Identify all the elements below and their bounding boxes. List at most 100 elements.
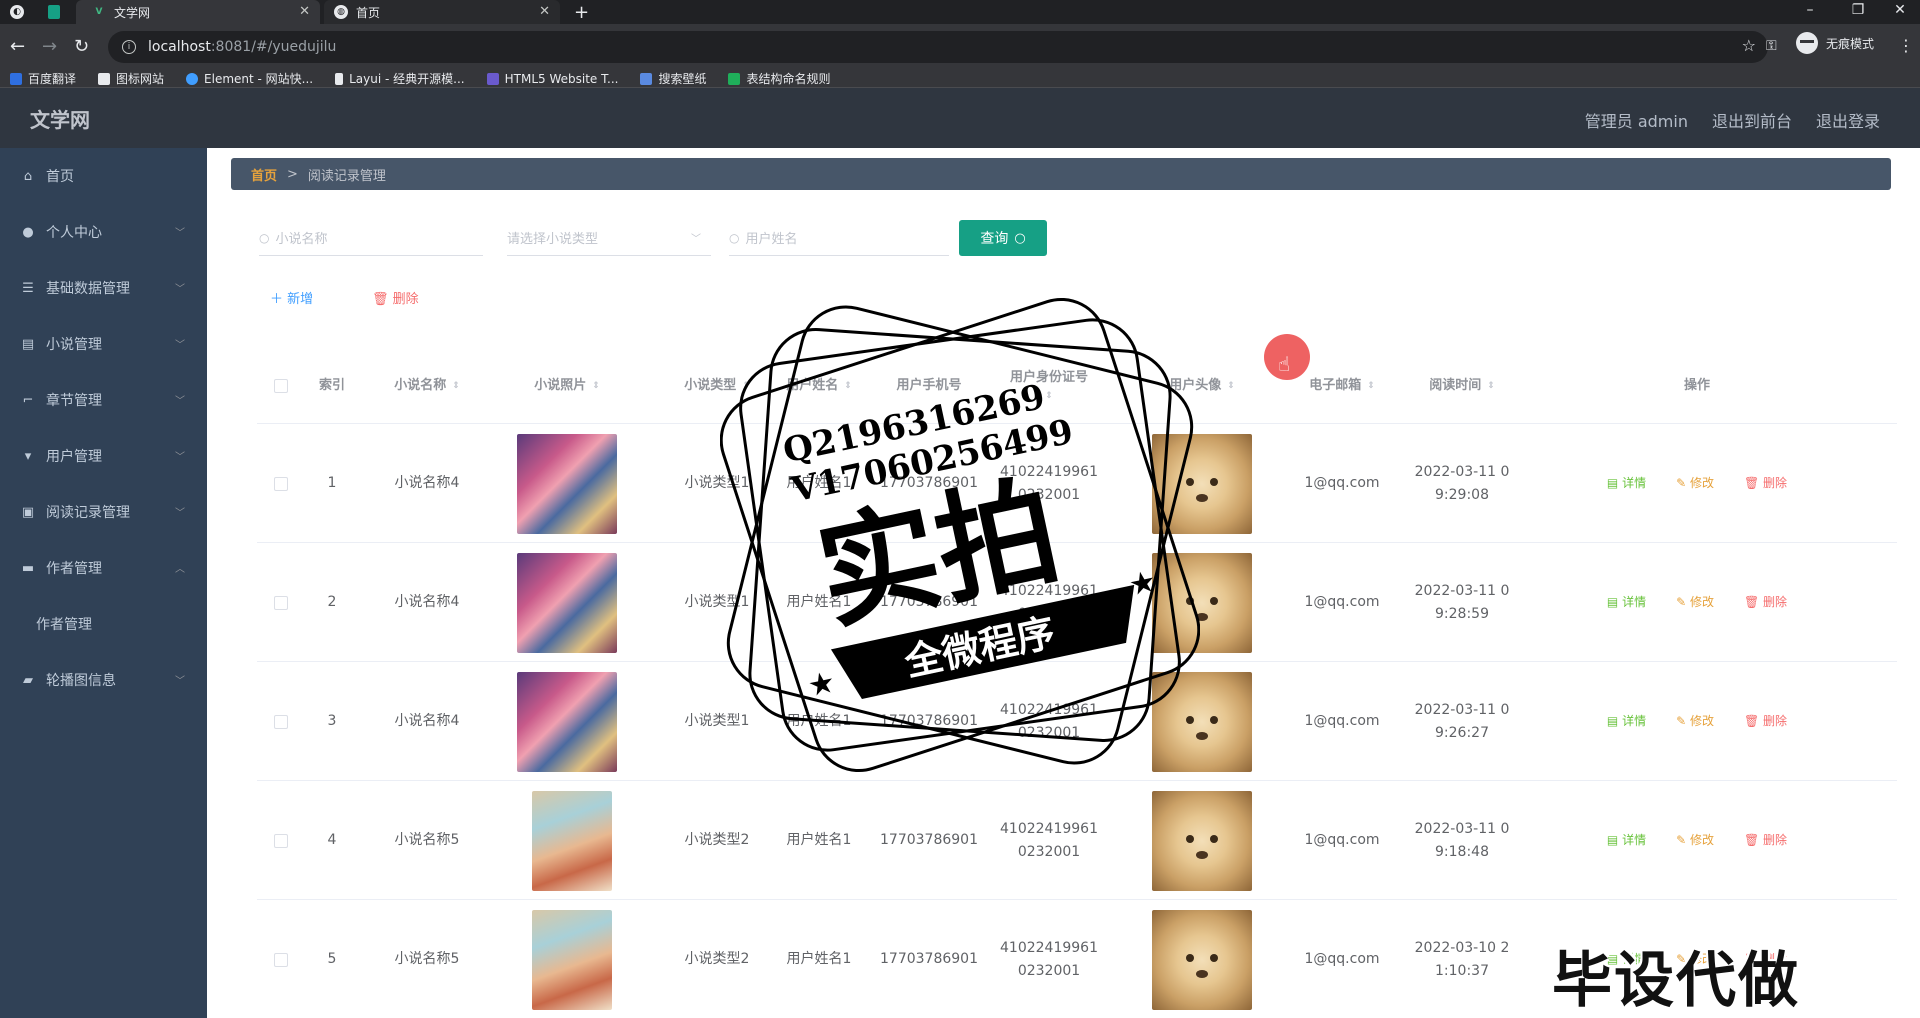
delete-button[interactable]: 🗑 删除: [1744, 712, 1787, 731]
plus-icon: ＋: [270, 292, 284, 307]
cell-novel-photo[interactable]: [497, 781, 637, 900]
tab-home[interactable]: ◍ 首页 ✕: [324, 0, 560, 24]
tab-wenxuewang[interactable]: V 文学网 ✕: [76, 0, 320, 24]
cell-novel-photo[interactable]: [497, 662, 637, 781]
avatar[interactable]: [1152, 433, 1252, 534]
bookmarks-bar: 百度翻译 图标网站 Element - 网站快... Layui - 经典开源模…: [0, 70, 1920, 88]
cell-user-avatar[interactable]: [1132, 900, 1272, 1018]
row-checkbox[interactable]: [271, 900, 291, 1018]
delete-button[interactable]: 🗑 删除: [1744, 474, 1787, 493]
cell-index: 1: [327, 475, 337, 492]
key-icon[interactable]: ⚿: [1766, 38, 1777, 54]
info-icon[interactable]: i: [122, 40, 136, 54]
edit-button[interactable]: ✎ 修改: [1676, 831, 1714, 850]
edit-button[interactable]: ✎ 修改: [1676, 474, 1714, 493]
novel-type-select[interactable]: 请选择小说类型 ﹀: [507, 220, 711, 256]
col-novel-type[interactable]: 小说类型 ⇕: [667, 348, 767, 424]
col-novel-name[interactable]: 小说名称 ⇕: [367, 348, 487, 424]
avatar[interactable]: [1152, 671, 1252, 772]
bookmark-item[interactable]: 表结构命名规则: [728, 70, 830, 87]
edit-button[interactable]: ✎ 修改: [1676, 593, 1714, 612]
cell-user-avatar[interactable]: [1132, 424, 1272, 543]
avatar[interactable]: [1152, 552, 1252, 653]
crop-icon: ⌐: [22, 392, 34, 408]
incognito-badge[interactable]: 无痕模式: [1796, 32, 1874, 54]
col-user-avatar[interactable]: 用户头像 ⇕: [1132, 348, 1272, 424]
close-tab-icon[interactable]: ✕: [539, 4, 550, 19]
logout-link[interactable]: 退出登录: [1816, 108, 1880, 132]
cell-user-avatar[interactable]: [1132, 781, 1272, 900]
detail-button[interactable]: ▤ 详情: [1607, 712, 1646, 731]
close-window-icon[interactable]: ✕: [1880, 2, 1920, 18]
novel-cover-image[interactable]: [517, 552, 617, 653]
sidebar-item-label: 基础数据管理: [46, 281, 130, 297]
avatar[interactable]: [1152, 790, 1252, 891]
query-button[interactable]: 查询 ○: [959, 220, 1047, 256]
cell-user-avatar[interactable]: [1132, 662, 1272, 781]
select-all-checkbox[interactable]: [271, 348, 291, 424]
row-checkbox[interactable]: [271, 424, 291, 543]
row-checkbox[interactable]: [271, 662, 291, 781]
novel-cover-image[interactable]: [517, 671, 617, 772]
novel-name-input[interactable]: ○ 小说名称: [259, 220, 483, 256]
detail-button[interactable]: ▤ 详情: [1607, 593, 1646, 612]
bookmark-star-icon[interactable]: ☆: [1742, 36, 1756, 55]
sidebar-item-authors[interactable]: ▬ 作者管理 ︿: [0, 540, 207, 596]
cell-user-id-card: 41022419961 0232001: [1000, 821, 1098, 860]
novel-cover-image[interactable]: [517, 433, 617, 534]
novel-cover-image[interactable]: [532, 790, 612, 891]
avatar[interactable]: [1152, 909, 1252, 1010]
delete-button[interactable]: 🗑 删除: [1744, 831, 1787, 850]
novel-cover-image[interactable]: [532, 909, 612, 1010]
sidebar-item-home[interactable]: ⌂ 首页: [0, 148, 207, 204]
minimize-icon[interactable]: –: [1790, 2, 1830, 18]
bookmark-item[interactable]: 搜索壁纸: [640, 70, 706, 87]
back-icon[interactable]: ←: [10, 36, 25, 57]
back-to-front-link[interactable]: 退出到前台: [1712, 108, 1792, 132]
detail-button[interactable]: ▤ 详情: [1607, 831, 1646, 850]
sidebar-item-novels[interactable]: ▤ 小说管理 ﹀: [0, 316, 207, 372]
sidebar-item-basic-data[interactable]: ☰ 基础数据管理 ﹀: [0, 260, 207, 316]
forward-icon[interactable]: →: [42, 36, 57, 57]
row-checkbox[interactable]: [271, 781, 291, 900]
breadcrumb-home[interactable]: 首页: [251, 165, 277, 184]
sidebar-subitem-authors[interactable]: 作者管理: [0, 596, 207, 652]
sidebar-item-carousel[interactable]: ▰ 轮播图信息 ﹀: [0, 652, 207, 708]
edit-button[interactable]: ✎ 修改: [1676, 712, 1714, 731]
trash-icon: 🗑: [372, 292, 389, 307]
bookmark-item[interactable]: Element - 网站快...: [186, 70, 313, 87]
col-user-id-card[interactable]: 用户身份证号 ⇕: [989, 348, 1109, 424]
col-novel-photo[interactable]: 小说照片 ⇕: [497, 348, 637, 424]
cell-novel-photo[interactable]: [497, 424, 637, 543]
kebab-menu-icon[interactable]: ⋮: [1898, 36, 1914, 55]
row-checkbox[interactable]: [271, 543, 291, 662]
bottom-watermark: 毕设代做: [1552, 946, 1800, 1016]
new-tab-button[interactable]: +: [574, 0, 594, 24]
detail-button[interactable]: ▤ 详情: [1607, 474, 1646, 493]
bookmark-item[interactable]: Layui - 经典开源模...: [335, 70, 465, 87]
cell-user-phone: 17703786901: [880, 594, 978, 611]
delete-button[interactable]: 🗑 删除: [1744, 593, 1787, 612]
close-tab-icon[interactable]: ✕: [299, 4, 310, 19]
pinned-tab[interactable]: [48, 0, 68, 24]
sidebar-item-users[interactable]: ▾ 用户管理 ﹀: [0, 428, 207, 484]
cell-user-avatar[interactable]: [1132, 543, 1272, 662]
restore-icon[interactable]: ❐: [1838, 2, 1878, 18]
browser-menu-icon[interactable]: ◐: [10, 0, 38, 24]
reload-icon[interactable]: ↻: [74, 36, 89, 57]
col-read-time[interactable]: 阅读时间 ⇕: [1397, 348, 1527, 424]
add-button[interactable]: ＋ 新增: [270, 288, 313, 307]
sidebar-item-profile[interactable]: ● 个人中心 ﹀: [0, 204, 207, 260]
sidebar-item-chapters[interactable]: ⌐ 章节管理 ﹀: [0, 372, 207, 428]
batch-delete-button[interactable]: 🗑 删除: [372, 288, 419, 307]
bookmark-item[interactable]: HTML5 Website T...: [486, 72, 618, 86]
bookmark-item[interactable]: 百度翻译: [10, 70, 76, 87]
cell-user-name: 用户姓名1: [786, 713, 852, 730]
sidebar-item-reading-records[interactable]: ▣ 阅读记录管理 ﹀: [0, 484, 207, 540]
url-input[interactable]: i localhost:8081/#/yuedujilu ☆: [108, 31, 1768, 63]
cell-novel-photo[interactable]: [497, 543, 637, 662]
user-name-input[interactable]: ○ 用户姓名: [729, 220, 949, 256]
col-user-name[interactable]: 用户姓名 ⇕: [769, 348, 869, 424]
bookmark-item[interactable]: 图标网站: [98, 70, 164, 87]
cell-novel-photo[interactable]: [497, 900, 637, 1018]
